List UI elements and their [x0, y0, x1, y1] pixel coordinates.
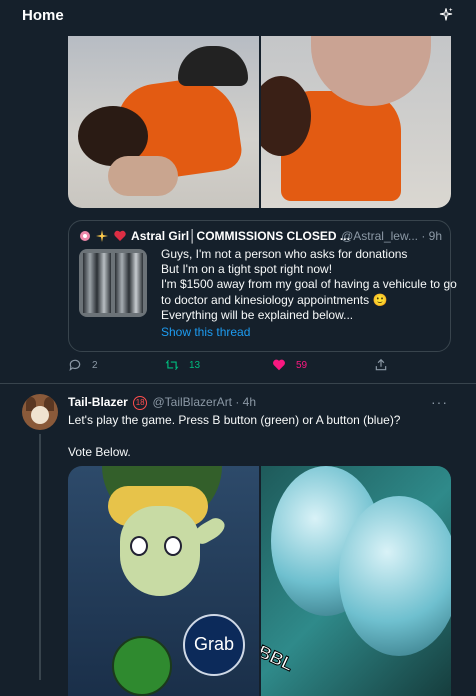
top-bar: Home	[0, 0, 476, 32]
tweet-media[interactable]	[68, 36, 451, 208]
share-button[interactable]	[374, 358, 388, 372]
avatar[interactable]	[22, 394, 58, 430]
quoted-tweet-header: Astral Girl│COMMISSIONS CLOSED ... @Astr…	[79, 229, 442, 247]
xray-panel-2	[115, 253, 143, 313]
bbl-text-art: BBL	[260, 641, 297, 676]
art-eye-left	[130, 536, 148, 556]
like-count: 59	[296, 359, 308, 371]
retweet-button[interactable]: 13	[165, 358, 200, 372]
quoted-line: I'm $1500 away from my goal of having a …	[161, 277, 457, 292]
quoted-author-handle: @Astral_lew... · 9h	[341, 229, 442, 243]
reply-count: 2	[92, 359, 98, 371]
author-handle: @TailBlazerArt · 4h	[152, 395, 257, 409]
show-thread-link[interactable]: Show this thread	[161, 325, 250, 339]
thread-line	[39, 434, 41, 680]
like-button[interactable]: 59	[272, 358, 307, 372]
quoted-tweet[interactable]: Astral Girl│COMMISSIONS CLOSED ... @Astr…	[68, 220, 457, 352]
quoted-media-thumbnail[interactable]	[79, 249, 147, 317]
art-eye-right	[164, 536, 182, 556]
reply-icon	[69, 359, 81, 372]
tweet-divider	[0, 383, 476, 384]
grab-button-art: Grab	[183, 614, 245, 676]
share-icon	[375, 358, 387, 371]
page-title: Home	[22, 7, 64, 24]
tweet-text: Let's play the game. Press B button (gre…	[68, 412, 448, 460]
green-b-button	[112, 636, 172, 696]
sparkle-icon[interactable]	[438, 7, 454, 23]
heart-emoji-icon	[113, 230, 126, 241]
author-name[interactable]: Tail-Blazer	[68, 395, 128, 409]
photo-figure-arm	[108, 156, 178, 196]
tweet-media-2[interactable]: Grab BBL	[68, 466, 451, 696]
quoted-line: Guys, I'm not a person who asks for dona…	[161, 247, 408, 261]
media-photo-2[interactable]	[260, 36, 451, 208]
more-options-icon[interactable]: ···	[431, 394, 448, 410]
heart-filled-icon	[273, 359, 285, 371]
quoted-line: But I'm on a tight spot right now!	[161, 262, 333, 277]
sparkles-emoji-icon	[96, 230, 109, 242]
media-photo-1[interactable]	[68, 36, 259, 208]
tweet-line: Vote Below.	[68, 445, 131, 459]
quoted-tweet-text: Guys, I'm not a person who asks for dona…	[161, 247, 457, 323]
quoted-line: Everything will be explained below...	[161, 307, 354, 322]
avatar-face	[31, 406, 49, 424]
photo-figure-shorts	[178, 46, 248, 86]
age-18-badge-icon: 18	[133, 395, 148, 410]
media-art-1[interactable]: Grab	[68, 466, 259, 696]
quoted-line: to doctor and kinesiology appointments 🙂	[161, 292, 388, 307]
retweet-count: 13	[189, 359, 201, 371]
media-art-2[interactable]: BBL	[260, 466, 451, 696]
art-bubble-right	[338, 496, 451, 656]
xray-panel-1	[83, 253, 111, 313]
tag-emoji-icon	[80, 231, 90, 241]
tweet-line: Let's play the game. Press B button (gre…	[68, 413, 401, 427]
quoted-author-name[interactable]: Astral Girl│COMMISSIONS CLOSED ...	[131, 229, 350, 243]
reply-button[interactable]: 2	[68, 358, 98, 372]
tweet-actions: 2 13 59	[68, 358, 388, 376]
retweet-icon	[165, 359, 179, 371]
tweet-header: Tail-Blazer 18 @TailBlazerArt · 4h	[68, 395, 256, 410]
